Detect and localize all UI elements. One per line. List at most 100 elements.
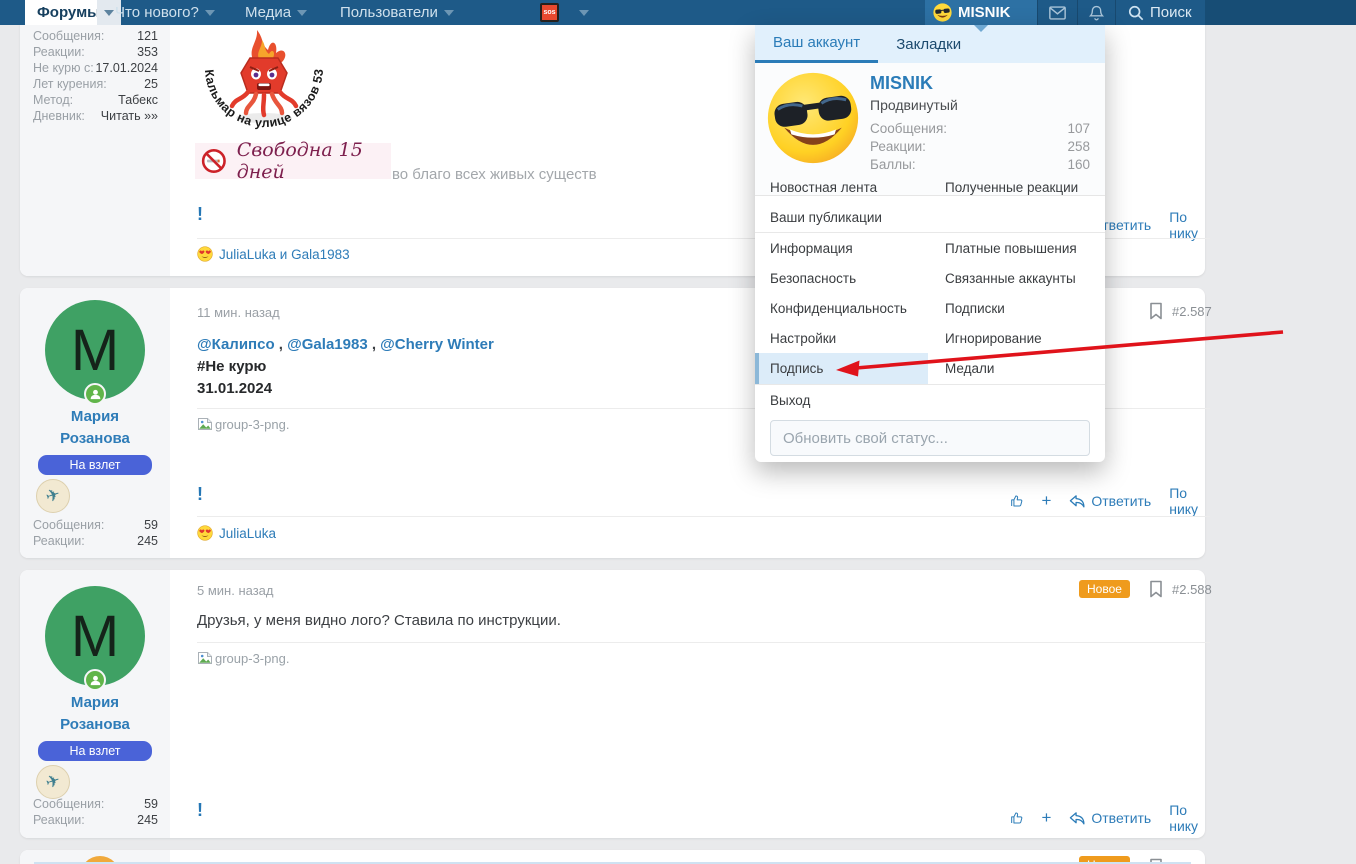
post-timestamp[interactable]: 11 мин. назад (197, 305, 280, 320)
by-nick-button[interactable]: По нику (1169, 485, 1205, 517)
inbox-button[interactable] (1037, 0, 1077, 25)
stat-row: Реакции: 245 (20, 533, 170, 549)
author-name-last[interactable]: Розанова (20, 430, 170, 447)
broken-attachment[interactable]: group-3-png. (197, 416, 289, 432)
nav-tab-sos[interactable]: sos (540, 0, 589, 25)
post-2588-actionbar: + Ответить По нику (1010, 802, 1205, 834)
chevron-down-icon (443, 9, 454, 16)
profile-name[interactable]: MISNIK (870, 73, 933, 94)
avatar-initial: M (70, 317, 120, 383)
avatar-initial: M (70, 603, 120, 669)
menu-item-logout[interactable]: Выход (755, 385, 928, 415)
profile-stat-row: Сообщения: 107 (870, 121, 1090, 136)
stat-value: 245 (137, 813, 158, 827)
stat-label: Метод: (33, 93, 74, 107)
nav-tab-members[interactable]: Пользователи (340, 0, 454, 25)
stat-value: 258 (1067, 139, 1090, 154)
nav-account-tab[interactable]: MISNIK (925, 0, 1037, 25)
bookmark-icon[interactable] (1148, 580, 1164, 598)
menu-item-settings[interactable]: Настройки (755, 323, 928, 353)
account-name-label: MISNIK (958, 4, 1011, 21)
reply-button[interactable]: Ответить (1069, 493, 1151, 509)
user-flair-badge: На взлет (38, 455, 152, 475)
smoke-free-badge: Свободна 15 дней (195, 139, 391, 183)
reactions-row[interactable]: JuliaLuka и Gala1983 (197, 246, 350, 262)
menu-item-medals[interactable]: Медали (928, 353, 1105, 383)
reactions-row[interactable]: JuliaLuka (197, 525, 276, 541)
menu-item-signature[interactable]: Подпись (755, 353, 928, 384)
stat-label: Дневник: (33, 109, 85, 123)
nav-tab-media[interactable]: Медиа (245, 0, 308, 25)
stat-value: 59 (144, 518, 158, 532)
reaction-users[interactable]: JuliaLuka и Gala1983 (219, 247, 350, 262)
exclamation-text: ! (197, 204, 203, 224)
alerts-button[interactable] (1077, 0, 1115, 25)
post-timestamp[interactable]: 5 мин. назад (197, 583, 273, 598)
mention-link[interactable]: @Gala1983 (287, 336, 368, 353)
post-number[interactable]: #2.587 (1172, 304, 1212, 319)
menu-item-ignoring[interactable]: Игнорирование (928, 323, 1105, 353)
post-hashtag-line: #Не курю (197, 358, 267, 375)
menu-item-subscriptions[interactable]: Подписки (928, 293, 1105, 323)
stat-value: 25 (144, 77, 158, 91)
stat-value: 59 (144, 797, 158, 811)
menu-item-paid-upgrades[interactable]: Платные повышения (928, 233, 1105, 263)
tab-bookmarks[interactable]: Закладки (878, 25, 979, 63)
post-date-line: 31.01.2024 (197, 380, 273, 397)
diary-read-link[interactable]: Читать »» (101, 108, 158, 124)
menu-item-linked-accounts[interactable]: Связанные аккаунты (928, 263, 1105, 293)
search-button[interactable]: Поиск (1128, 0, 1192, 25)
stat-label: Не курю с: (33, 61, 94, 75)
post-2587-actionbar: + Ответить По нику (1010, 485, 1205, 517)
menu-item-your-posts[interactable]: Ваши публикации (755, 202, 928, 232)
menu-item-news-feed[interactable]: Новостная лента (755, 172, 928, 202)
menu-item-security[interactable]: Безопасность (755, 263, 928, 293)
reply-arrow-icon (1070, 811, 1085, 824)
mention-link[interactable]: @Cherry Winter (380, 336, 494, 353)
author-name-first[interactable]: Мария (20, 408, 170, 425)
menu-item-privacy[interactable]: Конфиденциальность (755, 293, 928, 323)
stat-row: Реакции: 353 (20, 44, 170, 60)
stat-value: 160 (1067, 157, 1090, 172)
tab-your-account[interactable]: Ваш аккаунт (755, 25, 879, 63)
broken-attachment[interactable]: group-3-png. (197, 650, 289, 666)
stat-label: Реакции: (870, 139, 926, 154)
nav-tab-whats-new[interactable]: Что нового? (115, 0, 215, 25)
add-reaction-button[interactable]: + (1041, 491, 1051, 511)
reply-arrow-icon (1070, 494, 1085, 507)
top-navbar: Форумы Что нового? Медиа Пользователи so… (0, 0, 1356, 25)
reaction-users[interactable]: JuliaLuka (219, 526, 276, 541)
by-nick-button[interactable]: По нику (1169, 802, 1205, 834)
menu-item-received-reactions[interactable]: Полученные реакции (928, 172, 1105, 202)
reply-button[interactable]: Ответить (1069, 810, 1151, 826)
like-icon[interactable] (1010, 492, 1023, 510)
dropdown-pointer-caret (974, 25, 988, 32)
nav-whats-new-label: Что нового? (115, 4, 199, 21)
bookmark-icon[interactable] (1148, 302, 1164, 320)
post-number[interactable]: #2.588 (1172, 582, 1212, 597)
stat-label: Сообщения: (33, 797, 105, 811)
profile-avatar-icon[interactable] (765, 70, 861, 166)
smoke-free-text: Свободна 15 дней (236, 139, 363, 183)
mention-link[interactable]: @Калипсо (197, 336, 275, 353)
airplane-medal-icon[interactable]: ✈ (36, 479, 70, 513)
by-nick-label: По нику (1169, 802, 1199, 834)
nav-forums-label: Форумы (37, 4, 100, 21)
like-icon[interactable] (1010, 809, 1023, 827)
add-reaction-button[interactable]: + (1041, 808, 1051, 828)
status-update-input[interactable] (770, 420, 1090, 456)
stat-label: Реакции: (33, 813, 85, 827)
author-name-last[interactable]: Розанова (20, 716, 170, 733)
post-top-user-stats: Сообщения: 121 Реакции: 353 Не курю с: 17.0… (20, 28, 170, 124)
menu-item-information[interactable]: Информация (755, 233, 928, 263)
author-name-first[interactable]: Мария (20, 694, 170, 711)
stat-row: Не курю с: 17.01.2024 (20, 60, 170, 76)
by-nick-button[interactable]: По нику (1169, 209, 1205, 241)
search-icon (1128, 5, 1144, 20)
forum-page: Сообщения: 121 Реакции: 353 Не курю с: 17.0… (0, 0, 1356, 864)
by-nick-label: По нику (1169, 209, 1199, 241)
airplane-medal-icon[interactable]: ✈ (36, 765, 70, 799)
broken-image-icon (198, 418, 212, 430)
nav-media-label: Медиа (245, 4, 292, 21)
chevron-down-icon (204, 9, 215, 16)
